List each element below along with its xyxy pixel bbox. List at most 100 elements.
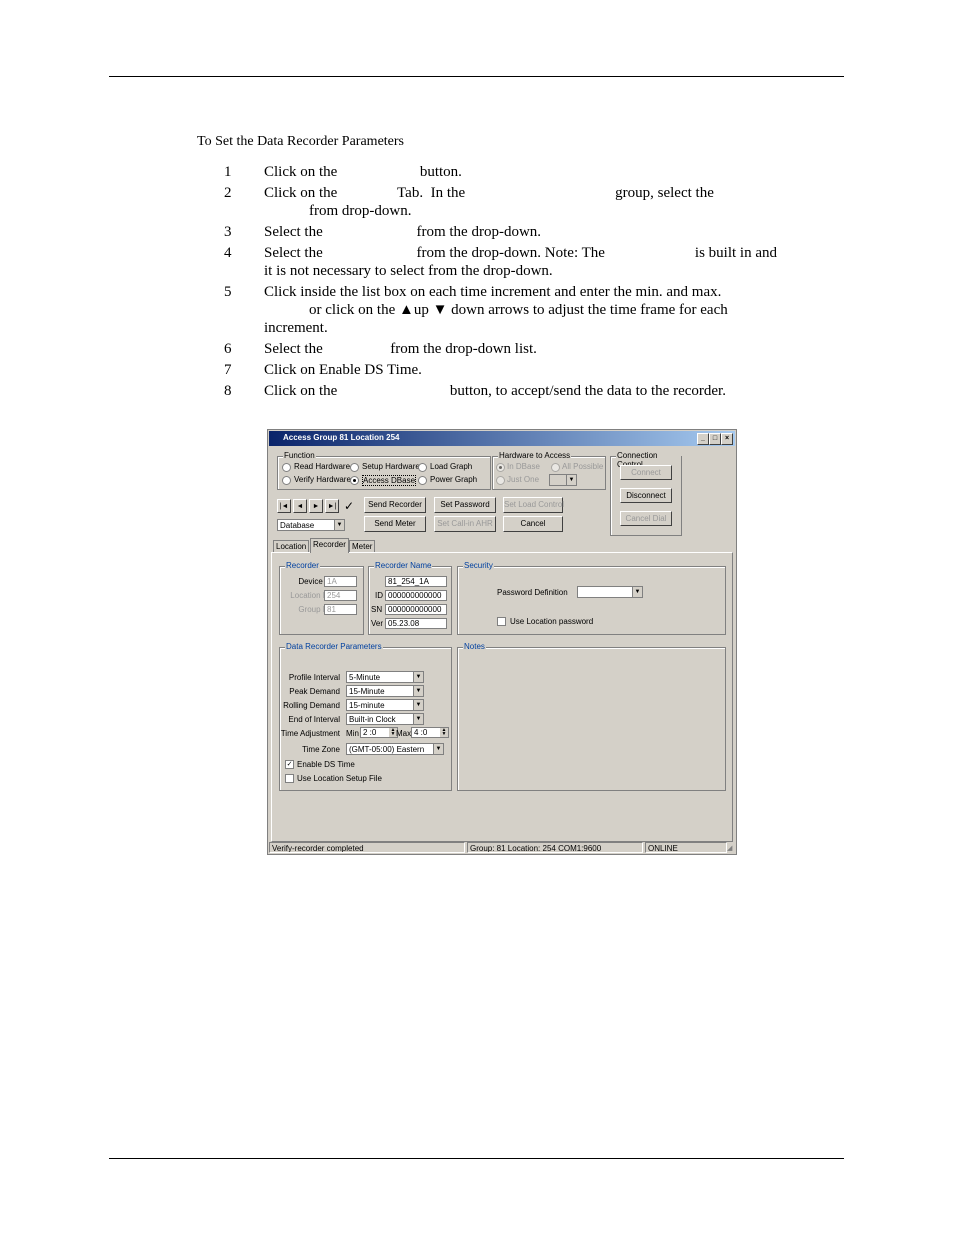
in-dbase-radio[interactable] xyxy=(496,463,505,472)
all-possible-label: All Possible xyxy=(562,462,604,471)
read-hardware-radio[interactable] xyxy=(282,463,291,472)
sn-field[interactable]: 000000000000 xyxy=(385,604,447,615)
read-hardware-label: Read Hardware xyxy=(294,462,351,471)
function-group: Function Read Hardware Setup Hardware Lo… xyxy=(277,451,491,490)
step-number: 8 xyxy=(224,383,232,399)
last-record-icon[interactable]: ►| xyxy=(325,499,339,513)
rolling-demand-value: 15-minute xyxy=(349,701,385,710)
set-callin-button[interactable]: Set Call-in AHR xyxy=(434,516,496,532)
location-no-field[interactable]: 254 xyxy=(324,590,357,601)
sn-label: SN xyxy=(371,605,383,614)
power-graph-radio[interactable] xyxy=(418,476,427,485)
load-graph-radio[interactable] xyxy=(418,463,427,472)
enable-ds-time-checkbox[interactable]: ✓ xyxy=(285,760,294,769)
first-record-icon[interactable]: |◄ xyxy=(277,499,291,513)
cancel-dial-button[interactable]: Cancel Dial xyxy=(620,511,672,526)
profile-interval-label: Profile Interval xyxy=(288,673,340,682)
source-select-value: Database xyxy=(280,521,315,530)
id-label: ID xyxy=(375,591,383,600)
check-icon[interactable]: ✓ xyxy=(344,499,354,513)
function-group-label: Function xyxy=(283,451,316,460)
step-text: it is not necessary to select from the d… xyxy=(264,263,553,279)
step-text: Click on the button, to accept/send the … xyxy=(264,383,726,399)
step-text: Click on Enable DS Time. xyxy=(264,362,422,378)
profile-interval-value: 5-Minute xyxy=(349,673,381,682)
disconnect-button[interactable]: Disconnect xyxy=(620,488,672,503)
max-adjustment-stepper[interactable]: 4 :0 ▲ ▼ xyxy=(411,727,449,738)
password-definition-label: Password Definition xyxy=(497,588,568,597)
footer-rule xyxy=(109,1158,844,1159)
time-adjustment-label: Time Adjustment xyxy=(280,729,340,738)
security-group-label: Security xyxy=(463,561,494,570)
send-recorder-button[interactable]: Send Recorder xyxy=(364,497,426,513)
load-graph-label: Load Graph xyxy=(430,462,473,471)
access-dbase-label: Access DBase xyxy=(362,475,417,486)
send-meter-button[interactable]: Send Meter xyxy=(364,516,426,532)
peak-demand-select[interactable]: 15-Minute ▼ xyxy=(346,685,424,697)
set-load-control-button[interactable]: Set Load Control xyxy=(503,497,564,513)
window-title: Access Group 81 Location 254 xyxy=(283,433,400,442)
connect-button[interactable]: Connect xyxy=(620,465,672,480)
setup-hardware-radio[interactable] xyxy=(350,463,359,472)
ver-field[interactable]: 05.23.08 xyxy=(385,618,447,629)
step-text: or click on the ▲up ▼ down arrows to adj… xyxy=(264,302,728,318)
just-one-label: Just One xyxy=(507,475,540,484)
maximize-icon[interactable]: □ xyxy=(709,433,721,445)
notes-group: Notes xyxy=(457,642,726,791)
status-message: Verify-recorder completed xyxy=(269,842,465,853)
step-text: increment. xyxy=(264,320,328,336)
notes-group-label: Notes xyxy=(463,642,486,651)
cancel-button[interactable]: Cancel xyxy=(503,516,563,532)
rolling-demand-select[interactable]: 15-minute ▼ xyxy=(346,699,424,711)
just-one-radio[interactable] xyxy=(496,476,505,485)
step-number: 6 xyxy=(224,341,232,357)
source-select[interactable]: Database ▼ xyxy=(277,519,345,531)
security-group: Security Password Definition ▼ Use Locat… xyxy=(457,561,726,635)
hardware-group-label: Hardware to Access xyxy=(498,451,572,460)
next-record-icon[interactable]: ► xyxy=(309,499,323,513)
step-number: 4 xyxy=(224,245,232,261)
verify-hardware-radio[interactable] xyxy=(282,476,291,485)
tab-recorder[interactable]: Recorder xyxy=(310,538,349,553)
previous-record-icon[interactable]: ◄ xyxy=(293,499,307,513)
status-connection-state: ONLINE xyxy=(645,842,727,853)
step-text: Click inside the list box on each time i… xyxy=(264,284,722,300)
enable-ds-time-label: Enable DS Time xyxy=(297,760,355,769)
recorder-group-label: Recorder xyxy=(285,561,320,570)
all-possible-radio[interactable] xyxy=(551,463,560,472)
recorder-group: Recorder Device ID 1A Location No 254 Gr… xyxy=(279,561,364,635)
resize-grip-icon[interactable]: ◢ xyxy=(727,845,735,853)
device-id-field[interactable]: 1A xyxy=(324,576,357,587)
use-location-setup-file-checkbox[interactable] xyxy=(285,774,294,783)
use-location-password-label: Use Location password xyxy=(510,617,594,626)
hardware-to-access-group: Hardware to Access In DBase All Possible… xyxy=(492,451,606,490)
id-field[interactable]: 000000000000 xyxy=(385,590,447,601)
end-of-interval-select[interactable]: Built-in Clock ▼ xyxy=(346,713,424,725)
use-location-password-checkbox[interactable] xyxy=(497,617,506,626)
set-password-button[interactable]: Set Password xyxy=(434,497,496,513)
peak-demand-value: 15-Minute xyxy=(349,687,385,696)
step-text: Select the from the drop-down list. xyxy=(264,341,537,357)
step-text: Click on the Tab. In the group, select t… xyxy=(264,185,714,201)
spin-arrows-icon[interactable]: ▲ ▼ xyxy=(440,728,448,737)
step-number: 1 xyxy=(224,164,232,180)
time-zone-value: (GMT-05:00) Eastern xyxy=(349,745,425,754)
step-text: Select the from the drop-down. Note: The… xyxy=(264,245,777,261)
just-one-select[interactable]: ▼ xyxy=(549,474,577,486)
access-dbase-radio[interactable] xyxy=(350,476,359,485)
min-label: Min xyxy=(346,729,359,738)
group-no-field[interactable]: 81 xyxy=(324,604,357,615)
minimize-icon[interactable]: _ xyxy=(697,433,709,445)
password-definition-select[interactable]: ▼ xyxy=(577,586,643,598)
min-adjustment-stepper[interactable]: 2 :0 ▲ ▼ xyxy=(360,727,398,738)
rolling-demand-label: Rolling Demand xyxy=(283,701,340,710)
profile-interval-select[interactable]: 5-Minute ▼ xyxy=(346,671,424,683)
time-zone-select[interactable]: (GMT-05:00) Eastern ▼ xyxy=(346,743,444,755)
connection-control-group: Connection Control Connect Disconnect Ca… xyxy=(610,451,682,536)
recorder-name-group-label: Recorder Name xyxy=(374,561,433,570)
recorder-name-field[interactable]: 81_254_1A xyxy=(385,576,447,587)
close-icon[interactable]: × xyxy=(721,433,733,445)
end-of-interval-label: End of Interval xyxy=(288,715,340,724)
step-number: 2 xyxy=(224,185,232,201)
peak-demand-label: Peak Demand xyxy=(289,687,340,696)
